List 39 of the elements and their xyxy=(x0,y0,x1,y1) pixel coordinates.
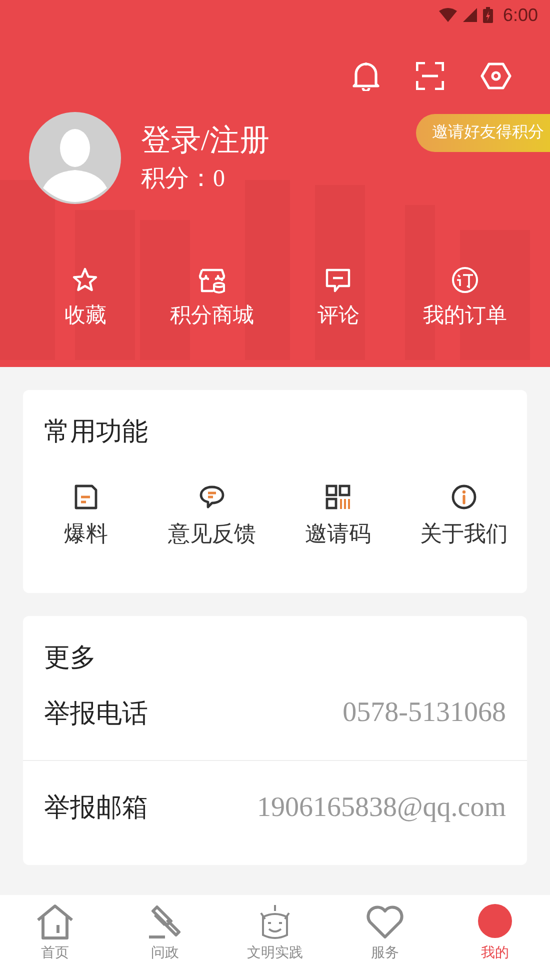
function-item[interactable]: 关于我们 xyxy=(420,484,508,548)
shortcut-item[interactable]: 我的订单 xyxy=(422,266,507,328)
info-icon xyxy=(451,484,477,510)
section-title: 更多 xyxy=(44,642,96,674)
home-icon xyxy=(35,903,75,941)
battery-icon xyxy=(482,7,493,23)
row-value[interactable]: 0578-5131068 xyxy=(342,692,506,734)
store-icon xyxy=(198,266,226,294)
tab-item[interactable]: 服务 xyxy=(330,895,440,978)
invite-button[interactable]: 邀请好友得积分 xyxy=(416,114,550,152)
message-icon xyxy=(199,484,225,510)
avatar[interactable] xyxy=(29,112,121,204)
row-label: 举报电话 xyxy=(44,698,148,730)
status-time: 6:00 xyxy=(502,4,538,26)
tab-item[interactable]: 问政 xyxy=(110,895,220,978)
row-value[interactable]: 1906165838@qq.com xyxy=(257,786,506,828)
wifi-icon xyxy=(438,8,457,22)
login-link[interactable]: 登录/注册 xyxy=(141,122,270,160)
qr-code-icon xyxy=(325,484,351,510)
heart-icon xyxy=(365,903,405,941)
order-icon xyxy=(450,266,479,294)
star-icon xyxy=(71,266,100,294)
shortcut-item[interactable]: 收藏 xyxy=(64,266,106,328)
function-item[interactable]: 爆料 xyxy=(64,484,108,548)
bell-icon[interactable] xyxy=(352,61,380,91)
shortcut-item[interactable]: 积分商城 xyxy=(170,266,254,328)
comment-icon xyxy=(324,266,352,294)
signal-icon xyxy=(462,8,477,22)
tab-item[interactable]: 文明实践 xyxy=(220,895,330,978)
function-item[interactable]: 意见反馈 xyxy=(168,484,256,548)
row-label: 举报邮箱 xyxy=(44,792,148,824)
scan-icon[interactable] xyxy=(416,62,444,90)
tab-item[interactable]: 我的 xyxy=(440,895,550,978)
function-item[interactable]: 邀请码 xyxy=(305,484,371,548)
section-title: 常用功能 xyxy=(44,416,148,448)
tab-item[interactable]: 首页 xyxy=(0,895,110,978)
points-text: 积分：0 xyxy=(141,165,226,194)
document-icon xyxy=(73,484,99,510)
settings-icon[interactable] xyxy=(480,62,512,90)
